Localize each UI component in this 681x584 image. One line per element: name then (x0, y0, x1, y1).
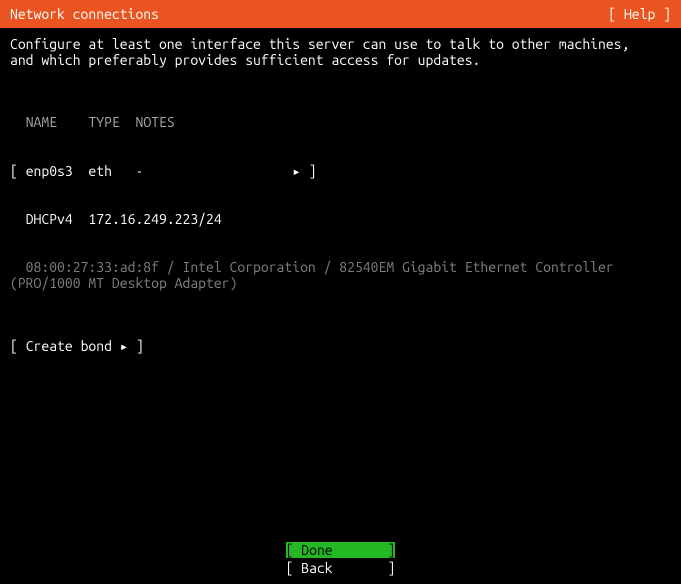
page-title: Network connections (10, 6, 159, 22)
bracket-open: [ (10, 338, 26, 354)
bracket-open: [ (10, 163, 26, 179)
instructions-text: Configure at least one interface this se… (10, 36, 671, 68)
chevron-right-icon: ▸ (292, 163, 300, 179)
iface-notes: - (135, 163, 143, 179)
bracket-close: ] (128, 338, 144, 354)
col-notes: NOTES (136, 114, 175, 130)
content-area: Configure at least one interface this se… (0, 28, 681, 354)
back-button[interactable]: [ Back ] (286, 560, 396, 576)
help-button[interactable]: [ Help ] (608, 6, 671, 22)
header-bar: Network connections [ Help ] (0, 0, 681, 28)
done-button[interactable]: [ Done ] (286, 542, 396, 558)
iface-name: enp0s3 (26, 163, 73, 179)
create-bond-label: Create bond (26, 338, 112, 354)
table-header: NAME TYPE NOTES (10, 114, 671, 130)
interface-row-enp0s3[interactable]: [ enp0s3 eth - ▸ ] (10, 163, 671, 179)
interface-table: NAME TYPE NOTES [ enp0s3 eth - ▸ ] DHCPv… (10, 82, 671, 323)
col-name: NAME (26, 114, 57, 130)
dhcp-row: DHCPv4 172.16.249.223/24 (10, 211, 671, 227)
col-type: TYPE (88, 114, 119, 130)
bracket-close: ] (301, 163, 317, 179)
create-bond-button[interactable]: [ Create bond ▸ ] (10, 338, 671, 354)
footer-buttons: [ Done ] [ Back ] (0, 542, 681, 576)
dhcp-ip: 172.16.249.223/24 (88, 211, 221, 227)
iface-type: eth (88, 163, 112, 179)
hardware-detail: 08:00:27:33:ad:8f / Intel Corporation / … (10, 259, 671, 291)
dhcp-label: DHCPv4 (26, 211, 73, 227)
chevron-right-icon: ▸ (120, 338, 128, 354)
